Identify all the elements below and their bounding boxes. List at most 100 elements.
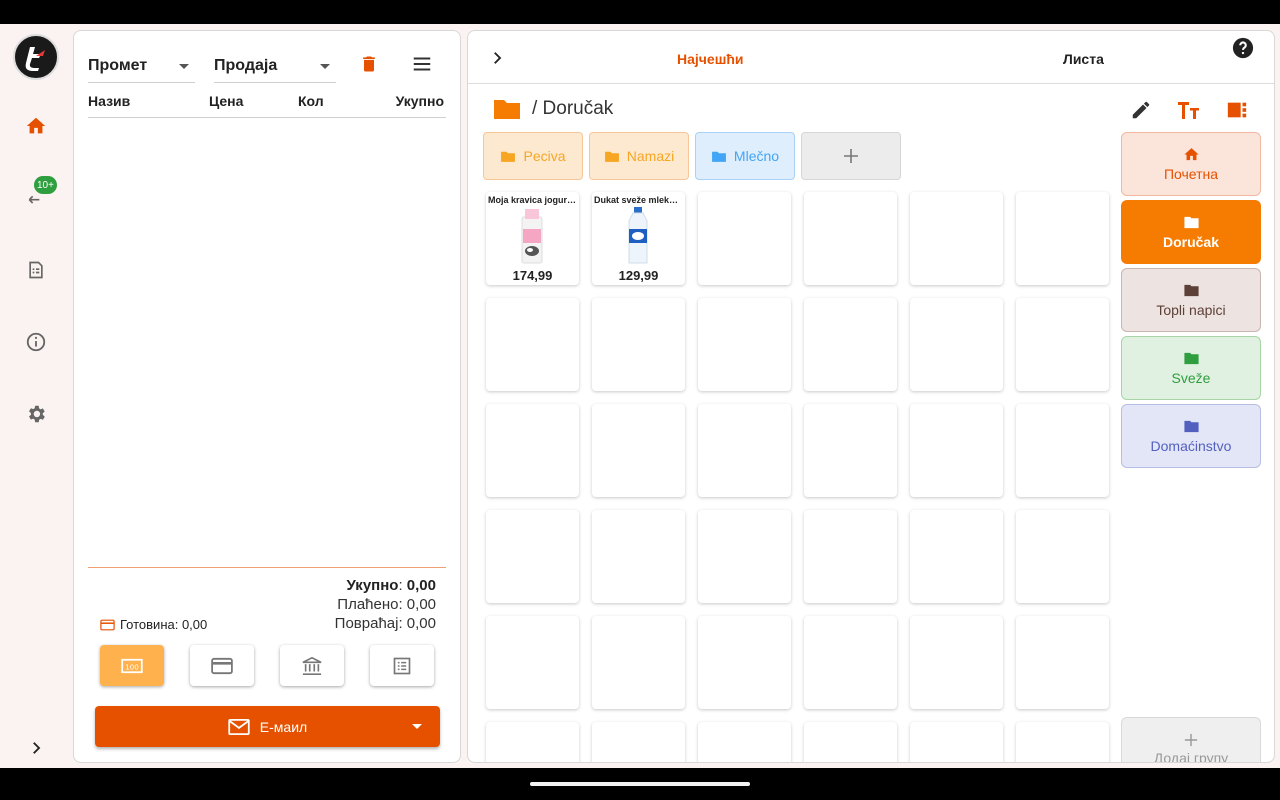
group-button[interactable]: Doručak (1121, 200, 1261, 264)
chevron-down-icon (179, 64, 189, 69)
nav-info-button[interactable] (22, 328, 50, 356)
group-button[interactable]: Domaćinstvo (1121, 404, 1261, 468)
pay-bank-button[interactable] (280, 645, 344, 686)
help-button[interactable] (1232, 37, 1254, 64)
group-button[interactable]: Sveže (1121, 336, 1261, 400)
empty-product-slot[interactable] (804, 616, 897, 709)
edit-button[interactable] (1128, 97, 1154, 123)
empty-product-slot[interactable] (1016, 616, 1109, 709)
expand-panel-button[interactable] (488, 49, 506, 72)
cash-icon: 100 (121, 658, 143, 673)
email-receipt-button[interactable]: Е-маил (95, 706, 440, 747)
folder-icon (1183, 216, 1199, 229)
empty-product-slot[interactable] (592, 722, 685, 762)
empty-product-slot[interactable] (698, 510, 791, 603)
group-button[interactable]: Почетна (1121, 132, 1261, 196)
empty-product-slot[interactable] (592, 510, 685, 603)
group-label: Topli napici (1156, 302, 1226, 318)
tab-list[interactable]: Листа (1063, 51, 1104, 67)
empty-product-slot[interactable] (486, 404, 579, 497)
pay-card-button[interactable] (190, 645, 254, 686)
empty-product-slot[interactable] (910, 510, 1003, 603)
nav-settings-button[interactable] (22, 400, 50, 428)
text-size-icon (1178, 102, 1199, 119)
add-group-button[interactable]: Додај групу (1121, 717, 1261, 762)
subgroup-mlecno[interactable]: Mlečno (695, 132, 795, 180)
chevron-down-icon[interactable] (412, 724, 422, 729)
product-image (628, 207, 648, 264)
breadcrumb: / Doručak (492, 97, 613, 121)
empty-product-slot[interactable] (804, 722, 897, 762)
empty-product-slot[interactable] (486, 510, 579, 603)
empty-product-slot[interactable] (592, 298, 685, 391)
header-divider (88, 117, 446, 118)
nav-sync-button[interactable]: 10+ (22, 176, 57, 212)
help-icon (1232, 37, 1254, 59)
subgroup-namazi[interactable]: Namazi (589, 132, 689, 180)
mode-select[interactable]: Промет (88, 49, 195, 83)
empty-product-slot[interactable] (804, 404, 897, 497)
pay-cash-button[interactable]: 100 (100, 645, 164, 686)
empty-product-slot[interactable] (910, 722, 1003, 762)
column-qty: Кол (298, 93, 324, 109)
empty-product-slot[interactable] (1016, 404, 1109, 497)
subgroup-peciva[interactable]: Peciva (483, 132, 583, 180)
empty-product-slot[interactable] (698, 404, 791, 497)
empty-product-slot[interactable] (910, 404, 1003, 497)
tab-frequent[interactable]: Најчешћи (677, 51, 744, 67)
empty-product-slot[interactable] (486, 616, 579, 709)
empty-product-slot[interactable] (1016, 722, 1109, 762)
empty-product-slot[interactable] (804, 192, 897, 285)
empty-product-slot[interactable] (910, 616, 1003, 709)
group-label: Doručak (1162, 234, 1220, 250)
empty-product-slot[interactable] (486, 722, 579, 762)
product-image (521, 209, 543, 264)
total-row: Укупно: 0,00 (346, 577, 436, 594)
empty-product-slot[interactable] (592, 616, 685, 709)
layout-button[interactable] (1224, 97, 1250, 123)
layout-icon (1227, 102, 1247, 118)
totals-divider (88, 567, 446, 568)
bank-icon (302, 656, 322, 675)
empty-product-slot[interactable] (1016, 510, 1109, 603)
email-button-label: Е-маил (259, 718, 308, 735)
nav-receipts-button[interactable] (22, 256, 50, 284)
empty-product-slot[interactable] (804, 510, 897, 603)
add-subgroup-button[interactable] (801, 132, 901, 180)
pay-other-button[interactable] (370, 645, 434, 686)
empty-product-slot[interactable] (486, 298, 579, 391)
empty-product-slot[interactable] (698, 192, 791, 285)
type-select-value: Продаја (214, 56, 278, 74)
home-icon (1183, 148, 1199, 161)
empty-product-slot[interactable] (698, 722, 791, 762)
home-gesture-handle[interactable] (530, 782, 750, 786)
info-icon (26, 332, 46, 352)
cart-menu-button[interactable] (409, 51, 435, 77)
nav-home-button[interactable] (22, 112, 50, 140)
text-size-button[interactable] (1176, 97, 1202, 123)
expand-rail-button[interactable] (22, 734, 50, 762)
product-tile[interactable]: Moja kravica jogurt ... 174,99 (486, 192, 579, 285)
home-icon (26, 117, 46, 134)
app-logo (13, 34, 59, 80)
change-row: Повраћај: 0,00 (334, 615, 436, 632)
empty-product-slot[interactable] (804, 298, 897, 391)
empty-product-slot[interactable] (592, 404, 685, 497)
type-select[interactable]: Продаја (214, 49, 336, 83)
column-name: Назив (88, 93, 131, 109)
product-name: Moja kravica jogurt ... (488, 195, 579, 205)
empty-product-slot[interactable] (1016, 192, 1109, 285)
empty-product-slot[interactable] (1016, 298, 1109, 391)
empty-product-slot[interactable] (910, 192, 1003, 285)
trash-icon (363, 56, 375, 72)
empty-product-slot[interactable] (910, 298, 1003, 391)
empty-product-slot[interactable] (698, 298, 791, 391)
paid-row: Плаћено: 0,00 (337, 596, 436, 613)
folder-icon (604, 151, 619, 162)
subgroup-label: Peciva (523, 148, 566, 164)
clear-cart-button[interactable] (356, 51, 382, 77)
product-tile[interactable]: Dukat sveže mleko 2.... 129,99 (592, 192, 685, 285)
empty-product-slot[interactable] (698, 616, 791, 709)
sync-badge: 10+ (34, 176, 57, 194)
group-button[interactable]: Topli napici (1121, 268, 1261, 332)
